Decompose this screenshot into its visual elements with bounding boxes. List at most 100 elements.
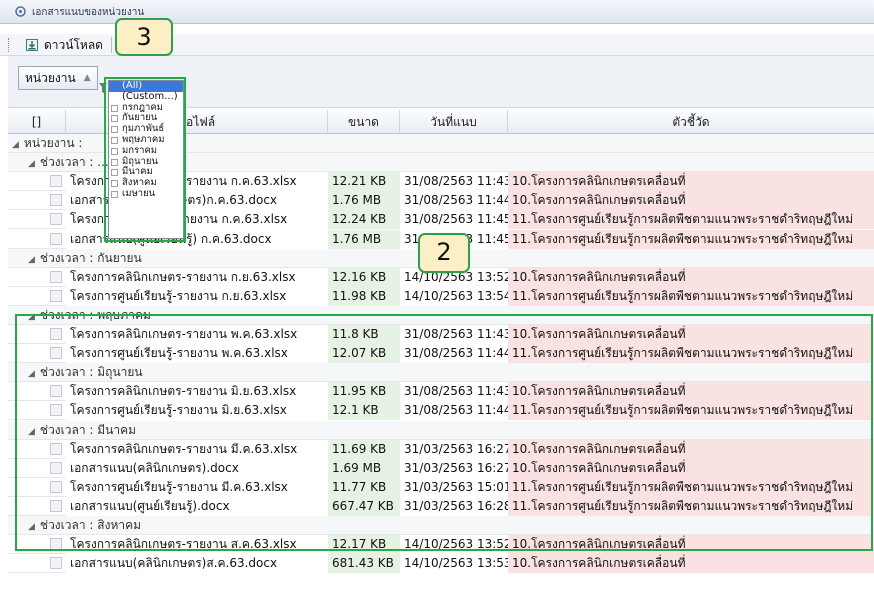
callout-badge-3: 3 (115, 18, 173, 56)
download-label: ดาวน์โหลด (44, 37, 103, 52)
option-checkbox[interactable] (111, 136, 118, 144)
app-window: { "window": {"title": "เอกสารแนบของหน่วย… (0, 0, 874, 595)
row-checkbox[interactable] (50, 213, 62, 226)
file-size-cell: 11.69 KB (328, 439, 400, 459)
file-name-cell: โครงการศูนย์เรียนรู้-รายงาน มี.ค.63.xlsx (66, 477, 328, 497)
row-checkbox[interactable] (50, 538, 62, 551)
column-header-date[interactable]: วันที่แนบ (400, 110, 508, 134)
attach-date-cell: 14/10/2563 13:52 (400, 535, 508, 555)
file-name-cell: เอกสารแนบ(ศูนย์เรียนรู้).docx (66, 496, 328, 516)
file-size-cell: 11.95 KB (328, 382, 400, 402)
file-size-cell: 12.21 KB (328, 172, 400, 192)
row-checkbox[interactable] (50, 480, 62, 493)
period-group-label: ช่วงเวลา : พฤษภาคม (39, 307, 151, 322)
file-size-cell: 12.17 KB (328, 535, 400, 555)
row-checkbox[interactable] (50, 499, 62, 512)
option-checkbox[interactable] (111, 126, 118, 134)
row-checkbox[interactable] (50, 289, 62, 302)
table-row[interactable]: โครงการคลินิกเกษตร-รายงาน พ.ค.63.xlsx 11.… (8, 325, 874, 344)
filter-option-label: กันยายน (122, 112, 158, 124)
row-checkbox[interactable] (50, 232, 62, 245)
filter-option-label: มีนาคม (122, 166, 153, 178)
row-checkbox[interactable] (50, 347, 62, 360)
row-checkbox[interactable] (50, 270, 62, 283)
filter-icon[interactable] (98, 83, 107, 93)
table-row[interactable]: โครงการคลินิกเกษตร-รายงาน ส.ค.63.xlsx 12.… (8, 535, 874, 555)
attach-date-cell: 31/03/2563 15:01 (400, 477, 508, 497)
callout-badge-2: 2 (418, 233, 470, 273)
attach-date-cell: 31/08/2563 11:44 (400, 191, 508, 211)
row-checkbox[interactable] (50, 175, 62, 188)
row-checkbox[interactable] (50, 442, 62, 455)
file-size-cell: 12.07 KB (328, 344, 400, 364)
filter-option[interactable]: เมษายน (109, 188, 183, 200)
period-group-label: ช่วงเวลา : สิงหาคม (39, 518, 142, 532)
option-checkbox[interactable] (111, 115, 118, 123)
filter-option-label: (Custom...) (122, 90, 178, 102)
period-group-row[interactable]: ◢ ช่วงเวลา : มิถุนายน (8, 363, 874, 383)
file-size-cell: 1.76 MB (328, 229, 400, 249)
table-row[interactable]: เอกสารแนบ(คลินิกเกษตร)ส.ค.63.docx 681.43 … (8, 554, 874, 574)
period-group-row[interactable]: ◢ ช่วงเวลา : พฤษภาคม (8, 305, 874, 325)
row-checkbox[interactable] (50, 328, 62, 340)
table-row[interactable]: เอกสารแนบ(ศูนย์เรียนรู้).docx 667.47 KB 31… (8, 496, 874, 516)
toolbar-grip[interactable] (8, 38, 10, 52)
indicator-cell: 11.โครงการศูนย์เรียนรู้การผลิตพืชตามแนวพ… (508, 344, 874, 364)
period-group-row[interactable]: ◢ ช่วงเวลา : มีนาคม (8, 420, 874, 440)
indicator-cell: 10.โครงการคลินิกเกษตรเคลื่อนที่ (508, 191, 874, 211)
toolbar-separator (111, 37, 112, 53)
table-row[interactable]: โครงการคลินิกเกษตร-รายงาน มี.ค.63.xlsx 11… (8, 439, 874, 459)
column-header-indicator[interactable]: ตัวชี้วัด (508, 110, 874, 134)
filter-option-label: สิงหาคม (122, 177, 157, 189)
attach-date-cell: 14/10/2563 13:53 (400, 554, 508, 574)
indicator-cell: 10.โครงการคลินิกเกษตรเคลื่อนที่ (508, 458, 874, 478)
filter-option-label: กุมภาพันธ์ (122, 123, 165, 135)
table-row[interactable]: เอกสารแนบ(คลินิกเกษตร).docx 1.69 MB 31/03/… (8, 458, 874, 478)
indicator-cell: 10.โครงการคลินิกเกษตรเคลื่อนที่ (508, 172, 874, 192)
indicator-cell: 10.โครงการคลินิกเกษตรเคลื่อนที่ (508, 554, 874, 574)
row-checkbox[interactable] (50, 461, 62, 474)
table-row[interactable]: โครงการศูนย์เรียนรู้-รายงาน มี.ค.63.xlsx… (8, 477, 874, 497)
file-name-cell: โครงการคลินิกเกษตร-รายงาน ก.ค.63.xlsx (66, 172, 328, 192)
row-checkbox[interactable] (50, 385, 62, 398)
file-name-cell: เอกสารแนบ(คลินิกเกษตร).docx (66, 458, 328, 478)
attach-date-cell: 31/08/2563 11:44 (400, 401, 508, 421)
option-checkbox[interactable] (111, 169, 118, 177)
file-name-cell: โครงการศูนย์เรียนรู้-รายงาน ก.ย.63.xlsx (66, 286, 328, 306)
table-row[interactable]: โครงการศูนย์เรียนรู้-รายงาน ก.ย.63.xlsx 1… (8, 286, 874, 306)
attach-date-cell: 31/03/2563 16:28 (400, 496, 508, 516)
option-checkbox[interactable] (111, 147, 118, 155)
filter-dropdown[interactable]: (All) (Custom...) กรกฎาคม กันยายน กุมภาพันธ์… (108, 80, 184, 239)
option-checkbox[interactable] (111, 180, 118, 188)
indicator-cell: 10.โครงการคลินิกเกษตรเคลื่อนที่ (508, 325, 874, 344)
filter-option-label: มิถุนายน (122, 155, 158, 167)
download-button[interactable]: ดาวน์โหลด (22, 36, 106, 54)
table-row[interactable]: โครงการศูนย์เรียนรู้-รายงาน พ.ค.63.xlsx 1… (8, 344, 874, 364)
column-header-select[interactable]: [] (8, 110, 66, 134)
column-header-size[interactable]: ขนาด (328, 110, 400, 134)
table-row[interactable]: โครงการคลินิกเกษตร-รายงาน มิ.ย.63.xlsx 11… (8, 382, 874, 402)
file-name-cell: เอกสารแนบ(คลินิกเกษตร)ก.ค.63.docx (66, 191, 328, 211)
attach-date-cell: 31/08/2563 11:45 (400, 210, 508, 230)
file-name-cell: โครงการคลินิกเกษตร-รายงาน ก.ย.63.xlsx (66, 267, 328, 287)
column-header-file-name[interactable]: ชื่อไฟล์ (66, 110, 328, 134)
row-checkbox[interactable] (50, 404, 62, 417)
table-row[interactable]: โครงการศูนย์เรียนรู้-รายงาน มิ.ย.63.xlsx… (8, 401, 874, 421)
option-checkbox[interactable] (111, 190, 118, 198)
sort-asc-icon[interactable]: ▲ (84, 73, 91, 83)
option-checkbox[interactable] (111, 104, 118, 112)
option-checkbox[interactable] (111, 158, 118, 166)
file-name-cell: โครงการศูนย์เรียนรู้-รายงาน ก.ค.63.xlsx (66, 210, 328, 230)
filter-option-label: มกราคม (122, 144, 158, 156)
file-size-cell: 11.77 KB (328, 477, 400, 497)
row-checkbox[interactable] (50, 194, 62, 207)
period-group-row[interactable]: ◢ ช่วงเวลา : สิงหาคม (8, 516, 874, 535)
attach-date-cell: 31/03/2563 16:27 (400, 458, 508, 478)
group-chip-organization[interactable]: หน่วยงาน ▲ (18, 66, 107, 93)
indicator-cell: 11.โครงการศูนย์เรียนรู้การผลิตพืชตามแนวพ… (508, 496, 874, 516)
row-checkbox[interactable] (50, 557, 62, 570)
attach-date-cell: 31/08/2563 11:44 (400, 344, 508, 364)
file-size-cell: 1.76 MB (328, 191, 400, 211)
file-size-cell: 12.16 KB (328, 267, 400, 287)
file-size-cell: 12.24 KB (328, 210, 400, 230)
